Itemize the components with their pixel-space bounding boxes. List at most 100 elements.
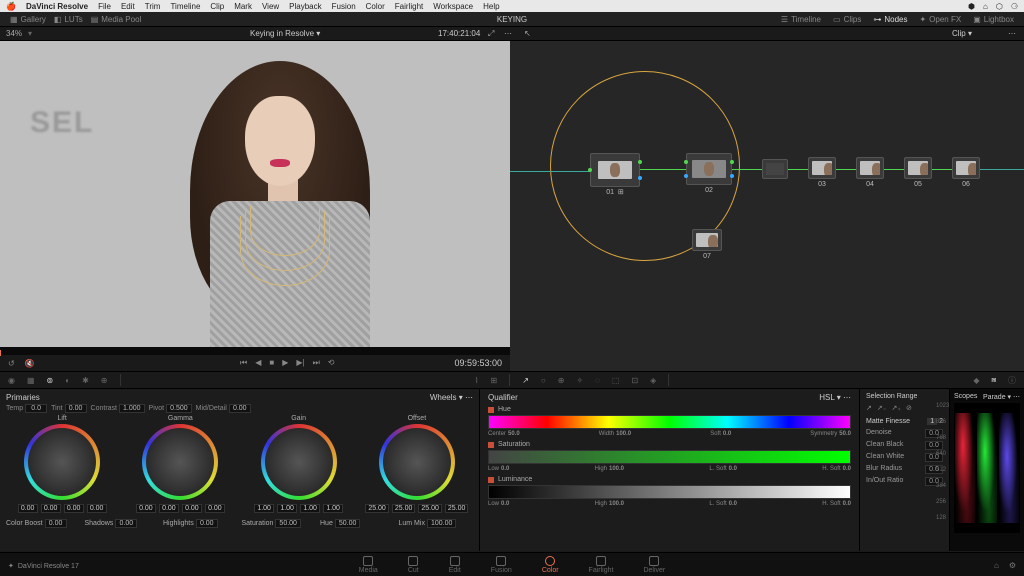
play-icon[interactable]: ▶	[282, 358, 288, 368]
tab-fusion[interactable]: Fusion	[491, 556, 512, 574]
shadows-input[interactable]: 0.00	[115, 519, 137, 528]
pivot-input[interactable]: 0.500	[166, 404, 192, 413]
menu-timeline[interactable]: Timeline	[170, 2, 200, 11]
gallery-button[interactable]: ▦Gallery	[6, 15, 50, 24]
lum-gradient[interactable]	[488, 485, 851, 499]
node-options-icon[interactable]: ⋯	[1008, 29, 1016, 38]
tab-color[interactable]: Color	[542, 556, 559, 574]
lightbox-button[interactable]: ▣Lightbox	[969, 15, 1018, 24]
node-01[interactable]: 01 ⊞	[590, 153, 640, 187]
tab-media[interactable]: Media	[359, 556, 378, 574]
node-04[interactable]: 04	[856, 157, 884, 179]
highlights-input[interactable]: 0.00	[196, 519, 218, 528]
mute-icon[interactable]: 🔇	[25, 359, 35, 368]
picker-minus-icon[interactable]: ↗₋	[877, 404, 887, 412]
lift-wheel[interactable]: Lift0.000.000.000.00	[6, 415, 118, 513]
lummix-input[interactable]: 100.00	[427, 519, 456, 528]
node-07[interactable]: 07	[692, 229, 722, 251]
menu-help[interactable]: Help	[483, 2, 499, 11]
viewer-image[interactable]: SEL	[0, 41, 510, 347]
offset-wheel[interactable]: Offset25.0025.0025.0025.00	[361, 415, 473, 513]
expand-viewer-icon[interactable]: ⤢	[488, 29, 494, 39]
node-06[interactable]: 06	[952, 157, 980, 179]
openfx-button[interactable]: ✦Open FX	[915, 15, 965, 24]
tint-input[interactable]: 0.00	[65, 404, 87, 413]
menu-workspace[interactable]: Workspace	[433, 2, 473, 11]
magic-mask-icon[interactable]: ✧	[576, 376, 583, 385]
step-back-icon[interactable]: ◀	[255, 358, 261, 368]
menu-fusion[interactable]: Fusion	[332, 2, 356, 11]
motion-icon[interactable]: ⊕	[101, 376, 108, 385]
blur-icon[interactable]: ◌	[595, 376, 600, 385]
scopes-icon[interactable]: ⩎	[991, 375, 996, 385]
key-icon[interactable]: ⬚	[612, 376, 620, 385]
pointer-tool-icon[interactable]: ↖	[524, 29, 531, 38]
zoom-value[interactable]: 34%	[6, 29, 22, 38]
timeline-button[interactable]: ☰Timeline	[777, 15, 825, 24]
menu-fairlight[interactable]: Fairlight	[395, 2, 423, 11]
menu-color[interactable]: Color	[366, 2, 385, 11]
hdr-icon[interactable]: ◐	[65, 376, 70, 385]
clip-name[interactable]: Keying in Resolve ▾	[250, 29, 320, 38]
temp-input[interactable]: 0.0	[25, 404, 47, 413]
node-mixer[interactable]	[762, 159, 788, 179]
dropbox-icon[interactable]: ⬡	[996, 2, 1003, 11]
keyframe-icon[interactable]: ◆	[973, 376, 979, 385]
tracker-icon[interactable]: ⊕	[558, 376, 565, 385]
stop-icon[interactable]: ■	[269, 358, 274, 368]
node-02[interactable]: 02	[686, 153, 732, 185]
step-fwd-icon[interactable]: ▶|	[296, 358, 304, 368]
warper-icon[interactable]: ⊞	[490, 376, 497, 385]
parade-scope[interactable]: 1023 896 768 640 512 384 256 128	[954, 403, 1020, 533]
rgb-mixer-icon[interactable]: ✱	[82, 376, 89, 385]
invert-icon[interactable]: ⊘	[906, 404, 912, 412]
camera-raw-icon[interactable]: ◉	[8, 376, 15, 385]
home-button-icon[interactable]: ⌂	[994, 561, 999, 570]
options-icon[interactable]: ⋯	[504, 29, 512, 38]
3d-icon[interactable]: ◈	[650, 376, 656, 385]
menu-trim[interactable]: Trim	[145, 2, 161, 11]
middetail-input[interactable]: 0.00	[229, 404, 251, 413]
menu-clip[interactable]: Clip	[210, 2, 224, 11]
nodes-button[interactable]: ⊶Nodes	[869, 15, 911, 24]
primaries-icon[interactable]: ⊚	[47, 376, 54, 385]
next-clip-icon[interactable]: ⏭	[313, 358, 320, 368]
node-03[interactable]: 03	[808, 157, 836, 179]
primaries-mode[interactable]: Wheels ▾ ⋯	[430, 393, 473, 402]
color-match-icon[interactable]: ▦	[27, 376, 35, 385]
mediapool-button[interactable]: ▤Media Pool	[87, 15, 146, 24]
loop-icon[interactable]: ↺	[8, 359, 15, 368]
menu-view[interactable]: View	[262, 2, 279, 11]
gain-wheel[interactable]: Gain1.001.001.001.00	[243, 415, 355, 513]
menu-playback[interactable]: Playback	[289, 2, 321, 11]
apple-icon[interactable]: 🍎	[6, 2, 16, 11]
tab-deliver[interactable]: Deliver	[643, 556, 665, 574]
clip-dropdown[interactable]: Clip ▾	[952, 29, 972, 38]
menu-file[interactable]: File	[98, 2, 111, 11]
tab-fairlight[interactable]: Fairlight	[589, 556, 614, 574]
colorboost-input[interactable]: 0.00	[45, 519, 67, 528]
curves-icon[interactable]: ⌇	[475, 376, 479, 385]
qualifier-icon[interactable]: ↗	[522, 376, 529, 385]
home-icon[interactable]: ⌂	[983, 2, 988, 11]
luts-button[interactable]: ◧LUTs	[50, 15, 87, 24]
hue-gradient[interactable]	[488, 415, 851, 429]
window-icon[interactable]: ○	[541, 376, 546, 385]
tab-cut[interactable]: Cut	[408, 556, 419, 574]
sat-gradient[interactable]	[488, 450, 851, 464]
loop-mode-icon[interactable]: ⟲	[328, 358, 335, 368]
hue-input[interactable]: 50.00	[335, 519, 361, 528]
settings-icon[interactable]: ⚙	[1009, 561, 1016, 570]
menu-mark[interactable]: Mark	[234, 2, 252, 11]
scrubber[interactable]	[0, 347, 510, 355]
scopes-mode[interactable]: Parade ▾ ⋯	[983, 393, 1020, 401]
app-name[interactable]: DaVinci Resolve	[26, 2, 88, 11]
gamma-wheel[interactable]: Gamma0.000.000.000.00	[124, 415, 236, 513]
picker-plus-icon[interactable]: ↗₊	[891, 404, 901, 412]
sizing-icon[interactable]: ⊡	[631, 376, 638, 385]
tab-edit[interactable]: Edit	[449, 556, 461, 574]
cleanblack-input[interactable]: 0.0	[925, 441, 943, 450]
contrast-input[interactable]: 1.000	[119, 404, 145, 413]
node-editor[interactable]: 01 ⊞ 02 07 03 04 05 06	[510, 41, 1024, 371]
qualifier-mode[interactable]: HSL ▾ ⋯	[819, 393, 851, 402]
